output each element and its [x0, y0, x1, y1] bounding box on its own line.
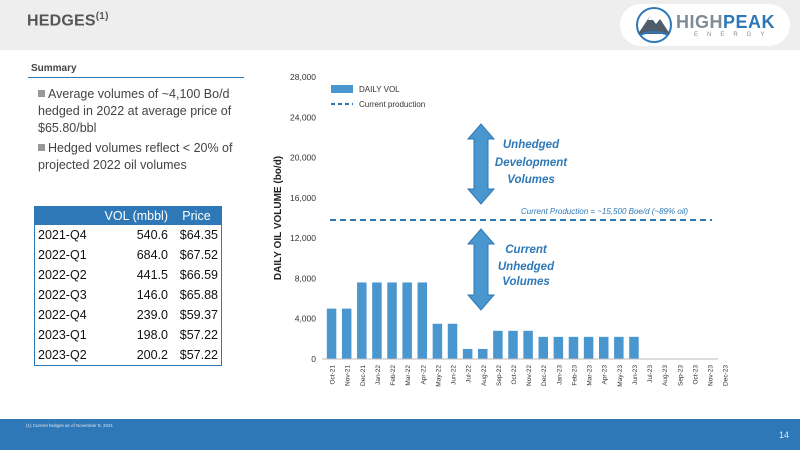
x-tick-label: Mar-23 — [587, 365, 594, 386]
current-production-label: Current Production = ~15,500 Boe/d (~89%… — [521, 207, 688, 216]
x-tick-label: Nov-21 — [345, 365, 352, 386]
y-tick-label: 12,000 — [290, 233, 316, 243]
bar-oct-22 — [508, 330, 518, 359]
bar-jan-22 — [372, 282, 382, 359]
bar-feb-22 — [387, 282, 397, 359]
x-tick-label: Dec-21 — [360, 365, 367, 386]
bar-feb-23 — [568, 336, 579, 359]
annotation-current-line-3: Volumes — [502, 276, 550, 288]
bar-apr-23 — [598, 336, 609, 359]
y-tick-label: 24,000 — [290, 112, 316, 122]
bar-dec-22 — [538, 336, 548, 359]
bar-jun-23 — [629, 336, 639, 359]
hedge-volume-chart: 0 4,000 8,000 12,000 16,000 20,000 24,000 28,00… — [273, 72, 730, 387]
x-axis-ticks: Oct-21 Nov-21 Dec-21 Jan-22 Feb-22 Mar-22 Apr-… — [330, 365, 730, 387]
x-tick-label: Nov-23 — [708, 365, 715, 386]
x-tick-label: Aug-23 — [662, 365, 669, 386]
bar-may-23 — [614, 336, 624, 359]
y-axis-ticks: 0 4,000 8,000 12,000 16,000 20,000 24,000 28,00… — [290, 72, 316, 364]
y-tick-label: 0 — [311, 354, 316, 364]
x-tick-label: Jan-22 — [375, 365, 382, 385]
x-tick-label: Jan-23 — [556, 365, 563, 385]
annotation-unhedged-line-3: Volumes — [507, 174, 555, 186]
x-tick-label: Nov-22 — [526, 365, 533, 386]
x-tick-label: Sep-22 — [496, 365, 503, 386]
unhedged-development-arrow — [466, 123, 496, 205]
annotation-unhedged-line-1: Unhedged — [503, 139, 560, 151]
x-tick-label: Dec-22 — [541, 365, 548, 386]
y-tick-label: 4,000 — [295, 314, 317, 324]
x-tick-label: Oct-23 — [692, 365, 699, 385]
x-tick-label: Feb-23 — [571, 365, 578, 386]
bar-dec-21 — [357, 282, 367, 359]
x-tick-label: May-22 — [435, 365, 442, 387]
bar-may-22 — [432, 323, 443, 359]
legend-swatch-daily-vol — [331, 85, 353, 93]
bar-sep-22 — [493, 330, 503, 359]
footer-bar — [0, 419, 800, 450]
x-tick-label: Jul-23 — [647, 365, 654, 383]
x-tick-label: May-23 — [617, 365, 624, 387]
x-tick-label: Dec-23 — [723, 365, 730, 386]
bar-jun-22 — [447, 323, 458, 359]
y-tick-label: 8,000 — [295, 273, 317, 283]
y-tick-label: 20,000 — [290, 153, 316, 163]
bar-nov-22 — [523, 330, 533, 359]
annotation-current-line-2: Unhedged — [498, 261, 555, 273]
bar-nov-21 — [341, 308, 352, 359]
y-tick-label: 16,000 — [290, 193, 316, 203]
bar-mar-22 — [402, 282, 412, 359]
x-tick-label: Mar-22 — [405, 365, 412, 386]
footnote: (1) Current hedges as of November 9, 202… — [26, 423, 114, 428]
bar-jul-22 — [462, 348, 473, 359]
bar-aug-22 — [478, 348, 488, 359]
x-tick-label: Jul-22 — [466, 365, 473, 383]
x-tick-label: Jun-23 — [632, 365, 639, 385]
x-tick-label: Oct-21 — [330, 365, 337, 385]
legend-label-daily-vol: DAILY VOL — [359, 85, 400, 94]
annotation-current-line-1: Current — [505, 244, 548, 256]
bar-jan-23 — [553, 336, 564, 359]
bar-apr-22 — [417, 282, 428, 359]
bar-oct-21 — [326, 308, 337, 359]
page-number: 14 — [779, 430, 790, 440]
x-tick-label: Jun-22 — [451, 365, 458, 385]
bar-mar-23 — [583, 336, 594, 359]
x-tick-label: Apr-22 — [420, 365, 427, 385]
y-axis-label: DAILY OIL VOLUME (bo/d) — [273, 156, 284, 280]
x-tick-label: Apr-23 — [602, 365, 609, 385]
legend-label-current-production: Current production — [359, 100, 425, 109]
annotation-unhedged-line-2: Development — [495, 157, 568, 169]
current-unhedged-arrow — [466, 228, 496, 311]
y-tick-label: 28,000 — [290, 72, 316, 82]
x-tick-label: Aug-22 — [481, 365, 488, 386]
x-tick-label: Feb-22 — [390, 365, 397, 386]
x-tick-label: Oct-22 — [511, 365, 518, 385]
x-tick-label: Sep-23 — [677, 365, 684, 386]
